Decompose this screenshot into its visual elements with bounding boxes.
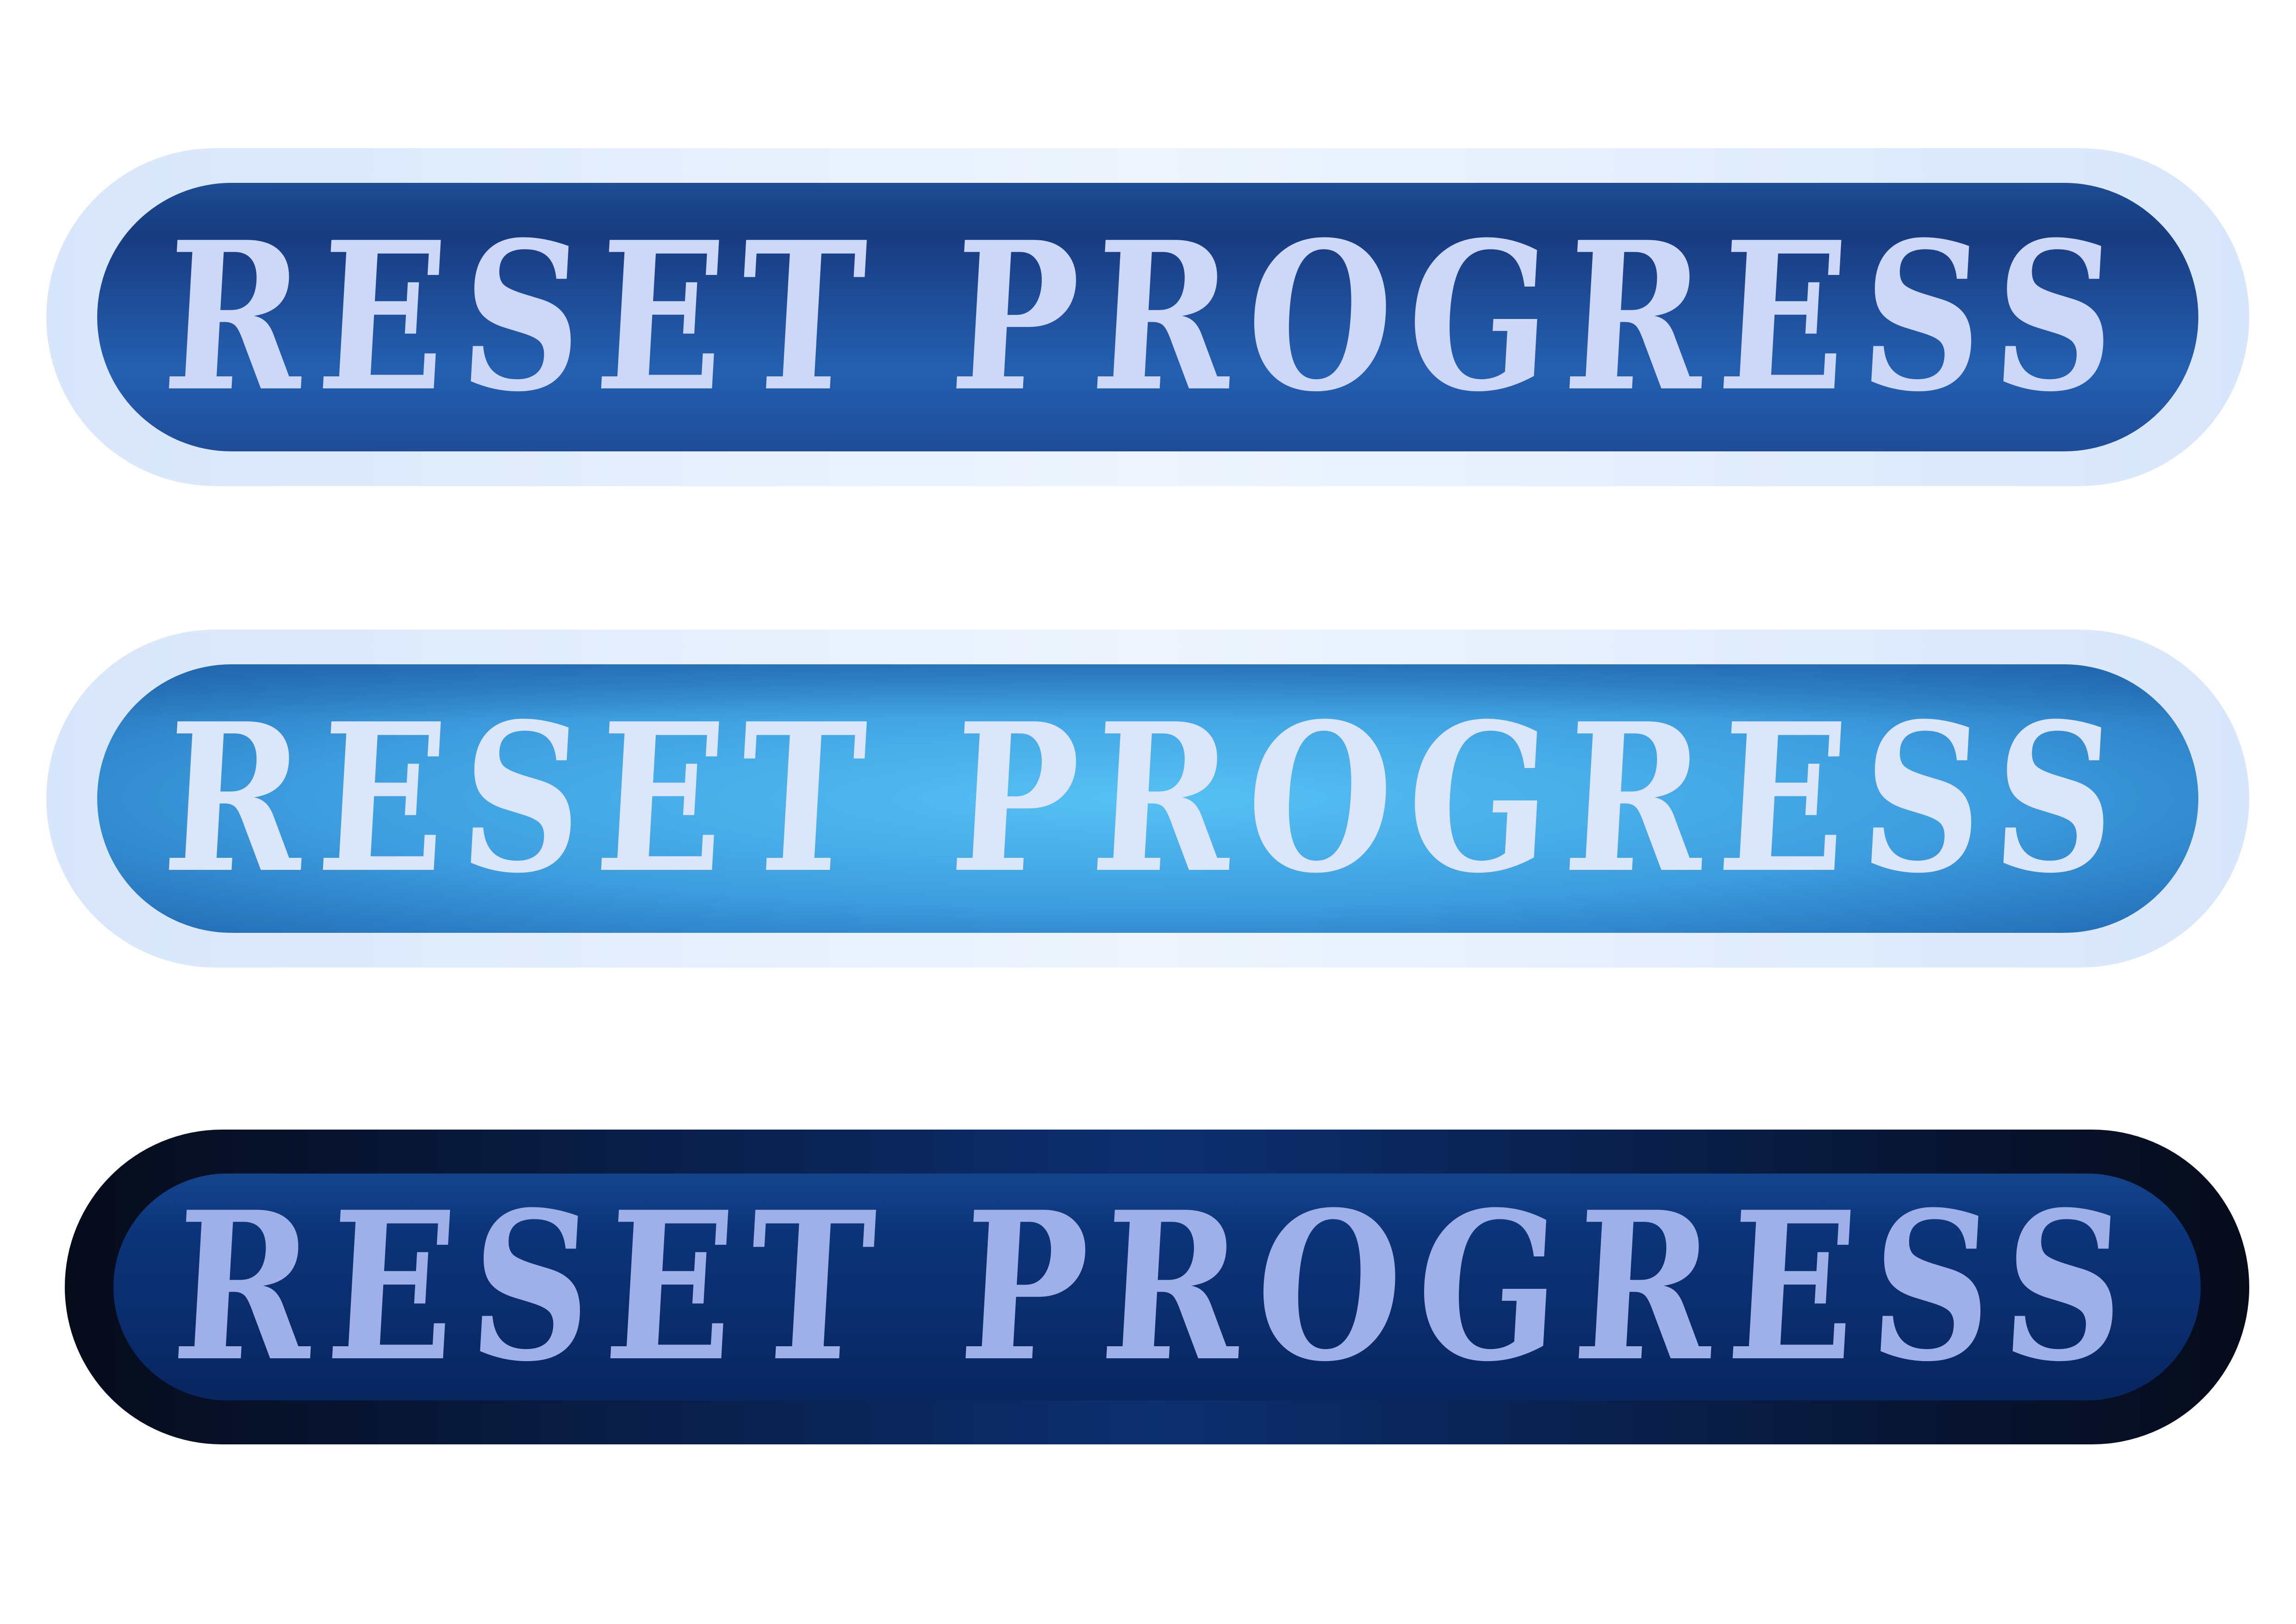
button-label: RESET PROGRESS [158, 197, 2137, 437]
button-face: RESET PROGRESS [97, 664, 2198, 933]
button-label: RESET PROGRESS [158, 679, 2137, 918]
reset-progress-button-pressed[interactable]: RESET PROGRESS [65, 1130, 2249, 1444]
reset-progress-button-hover[interactable]: RESET PROGRESS [46, 630, 2249, 968]
reset-progress-button-normal[interactable]: RESET PROGRESS [46, 148, 2249, 486]
button-face: RESET PROGRESS [97, 183, 2198, 451]
button-label: RESET PROGRESS [168, 1174, 2147, 1400]
button-face: RESET PROGRESS [113, 1174, 2201, 1400]
